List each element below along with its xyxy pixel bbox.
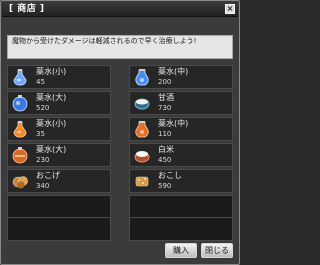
item-price: 230 [36, 156, 50, 164]
item-name: 薬水(中) [158, 67, 189, 76]
item-name: 甘酒 [158, 93, 174, 102]
shop-item-slot[interactable]: 甘酒 730 [129, 91, 233, 115]
shop-item-slot[interactable]: 薬水(小) 45 [7, 65, 111, 89]
orange-potion-small-icon [13, 121, 27, 138]
amazake-cup-icon [134, 98, 150, 110]
shop-item-slot[interactable]: おこし 590 [129, 169, 233, 193]
item-price: 200 [158, 78, 172, 86]
close-icon[interactable]: × [225, 4, 235, 14]
item-name: おこげ [36, 171, 60, 180]
item-name: 薬水(中) [158, 119, 189, 128]
okoge-icon [12, 176, 28, 189]
okoshi-icon [135, 176, 149, 187]
white-rice-icon [134, 151, 150, 163]
blue-potion-large-icon [12, 95, 28, 112]
empty-item-slot [7, 195, 111, 219]
item-name: 薬水(大) [36, 93, 67, 102]
close-button[interactable]: 閉じる [201, 243, 233, 258]
item-price: 45 [36, 78, 45, 86]
shop-message: 魔物から受けたダメージは軽減されるので早く治療しよう! [7, 35, 233, 59]
shop-window: [ 商店 ] × 魔物から受けたダメージは軽減されるので早く治療しよう! 薬水(… [0, 0, 240, 265]
item-price: 730 [158, 104, 172, 112]
orange-potion-large-icon [12, 147, 28, 164]
item-name: 薬水(小) [36, 67, 67, 76]
item-price: 35 [36, 130, 45, 138]
blue-potion-medium-icon [135, 69, 149, 86]
item-price: 450 [158, 156, 172, 164]
empty-item-slot [129, 195, 233, 219]
window-title: [ 商店 ] [9, 4, 45, 14]
empty-item-slot [7, 217, 111, 241]
shop-item-slot[interactable]: 白米 450 [129, 143, 233, 167]
item-name: 白米 [158, 145, 174, 154]
item-price: 520 [36, 104, 50, 112]
shop-item-slot[interactable]: 薬水(中) 110 [129, 117, 233, 141]
shop-item-slot[interactable]: 薬水(中) 200 [129, 65, 233, 89]
item-price: 110 [158, 130, 172, 138]
title-bar[interactable]: [ 商店 ] × [2, 2, 238, 17]
shop-item-slot[interactable]: 薬水(大) 230 [7, 143, 111, 167]
shop-item-slot[interactable]: 薬水(小) 35 [7, 117, 111, 141]
shop-item-slot[interactable]: 薬水(大) 520 [7, 91, 111, 115]
item-name: 薬水(大) [36, 145, 67, 154]
orange-potion-medium-icon [135, 121, 149, 138]
item-name: 薬水(小) [36, 119, 67, 128]
empty-item-slot [129, 217, 233, 241]
buy-button[interactable]: 購入 [165, 243, 197, 258]
item-price: 590 [158, 182, 172, 190]
shop-item-slot[interactable]: おこげ 340 [7, 169, 111, 193]
item-price: 340 [36, 182, 50, 190]
blue-potion-small-icon [13, 69, 27, 86]
item-name: おこし [158, 171, 182, 180]
